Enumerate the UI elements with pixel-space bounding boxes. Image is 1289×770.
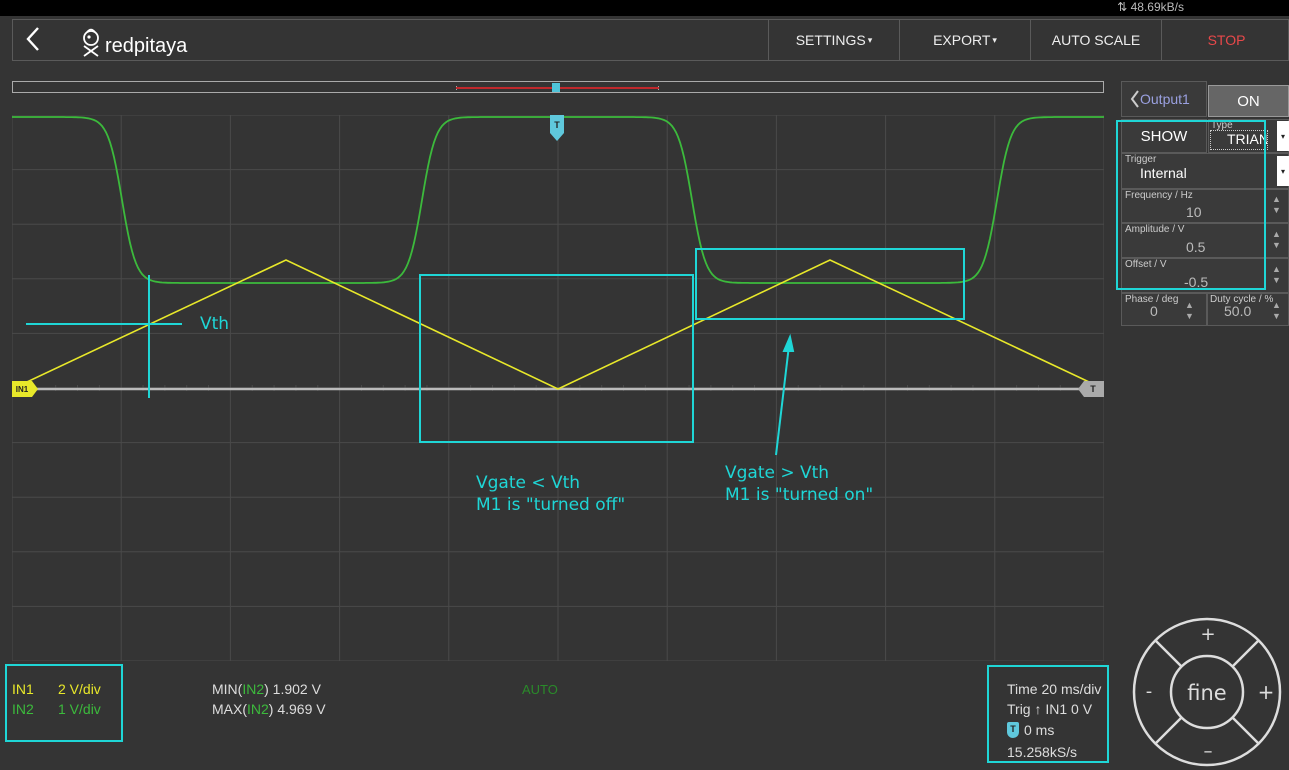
stepper-icon[interactable]: ▲ ▼ — [1272, 264, 1281, 286]
trigger-time-marker-label: T — [554, 120, 560, 130]
stop-button[interactable]: STOP — [1161, 20, 1289, 60]
time-scrollbar[interactable] — [12, 81, 1104, 93]
time-offset: T 0 ms — [1007, 722, 1054, 738]
logo-text: redpitaya — [105, 35, 188, 57]
caret-down-icon: ▾ — [867, 34, 873, 45]
dropdown-arrow-icon[interactable]: ▾ — [1277, 121, 1289, 151]
dpad-down-button[interactable]: – — [1204, 741, 1213, 762]
annotation-arrow-head — [782, 333, 795, 352]
export-button[interactable]: EXPORT ▾ — [899, 20, 1030, 60]
min-measurement[interactable]: MIN(IN2) 1.902 V — [212, 681, 321, 697]
annotations — [26, 248, 965, 456]
trigger-time-icon: T — [1007, 722, 1019, 738]
stepper-icon[interactable]: ▲ ▼ — [1272, 229, 1281, 251]
min-value: ) 1.902 V — [264, 681, 321, 697]
output-on-button[interactable]: ON — [1208, 85, 1289, 117]
in1-scale: 2 V/div — [58, 681, 101, 697]
dpad-up-button[interactable]: + — [1200, 624, 1215, 645]
logo-icon — [83, 28, 99, 57]
timebase-info: Time 20 ms/div Trig ↑ IN1 0 V T 0 ms 15.… — [987, 665, 1109, 763]
dropdown-arrow-icon[interactable]: ▾ — [1277, 156, 1289, 186]
min-prefix: MIN( — [212, 681, 243, 697]
settings-label: SETTINGS — [795, 32, 866, 48]
trigger-level-marker[interactable]: T — [1078, 381, 1104, 397]
in2-scale: 1 V/div — [58, 701, 101, 717]
fine-button[interactable]: fine — [1187, 681, 1226, 705]
export-label: EXPORT — [933, 32, 991, 48]
generator-highlight-box — [1116, 120, 1266, 290]
settings-button[interactable]: SETTINGS ▾ — [768, 20, 899, 60]
in2-label[interactable]: IN2 — [12, 701, 34, 717]
stepper-icon[interactable]: ▲ ▼ — [1272, 300, 1281, 322]
chevron-left-icon — [1130, 90, 1139, 108]
trigger-position-thumb[interactable] — [552, 83, 560, 92]
trigger-level-marker-label: T — [1090, 384, 1096, 394]
nav-bar: redpitaya SETTINGS ▾ EXPORT ▾ AUTO SCALE S… — [12, 19, 1289, 61]
on-annotation-line2: M1 is "turned on" — [725, 485, 873, 505]
dpad-left-button[interactable]: - — [1146, 681, 1153, 702]
max-channel: IN2 — [247, 701, 269, 717]
off-region-box — [419, 274, 694, 443]
trigger-mode-status: AUTO — [522, 682, 558, 697]
in1-offset-marker[interactable]: IN1 — [12, 381, 38, 397]
output1-tab[interactable]: Output1 — [1121, 81, 1207, 117]
annotation-arrow-line — [775, 336, 791, 456]
in1-label[interactable]: IN1 — [12, 681, 34, 697]
data-rate-text: 48.69kB/s — [1130, 0, 1184, 14]
trigger-info: Trig ↑ IN1 0 V — [1007, 701, 1093, 717]
dpad-right-button[interactable]: + — [1258, 680, 1275, 704]
chevron-left-icon — [26, 27, 39, 51]
min-channel: IN2 — [242, 681, 265, 697]
data-rate: ⇅ 48.69kB/s — [1117, 0, 1184, 14]
navigation-dpad[interactable]: fine + – - + — [1131, 617, 1283, 767]
scope-plot[interactable]: T IN1 T Vth Vgate < Vth M1 is "turned of… — [12, 115, 1104, 661]
in1-offset-marker-label: IN1 — [16, 385, 29, 394]
status-strip: ⇅ 48.69kB/s — [0, 0, 1289, 16]
max-prefix: MAX( — [212, 701, 247, 717]
time-offset-value: 0 ms — [1024, 722, 1055, 738]
duty-cycle-value: 50.0 — [1224, 303, 1252, 319]
stepper-icon[interactable]: ▲ ▼ — [1272, 194, 1281, 216]
duty-cycle-field[interactable]: Duty cycle / % 50.0 ▲ ▼ — [1207, 293, 1289, 326]
on-annotation-line1: Vgate > Vth — [725, 463, 829, 483]
phase-field[interactable]: Phase / deg 0 ▲ ▼ — [1121, 293, 1207, 326]
off-annotation-line2: M1 is "turned off" — [476, 495, 625, 515]
output1-tab-label: Output1 — [1140, 91, 1190, 107]
off-annotation-line1: Vgate < Vth — [476, 473, 580, 493]
max-value: ) 4.969 V — [268, 701, 326, 717]
channel-legend: IN1 2 V/div IN2 1 V/div — [5, 664, 123, 742]
max-measurement[interactable]: MAX(IN2) 4.969 V — [212, 701, 326, 717]
back-button[interactable] — [25, 26, 41, 57]
vth-label: Vth — [200, 314, 229, 334]
sample-rate: 15.258kS/s — [1007, 744, 1078, 760]
stepper-icon[interactable]: ▲ ▼ — [1185, 300, 1194, 322]
caret-down-icon: ▾ — [992, 34, 997, 45]
time-per-div: Time 20 ms/div — [1007, 681, 1102, 697]
autoscale-button[interactable]: AUTO SCALE — [1030, 20, 1161, 60]
trigger-time-marker[interactable]: T — [550, 115, 564, 141]
transfer-arrows-icon: ⇅ — [1117, 0, 1128, 14]
phase-value: 0 — [1150, 303, 1158, 319]
